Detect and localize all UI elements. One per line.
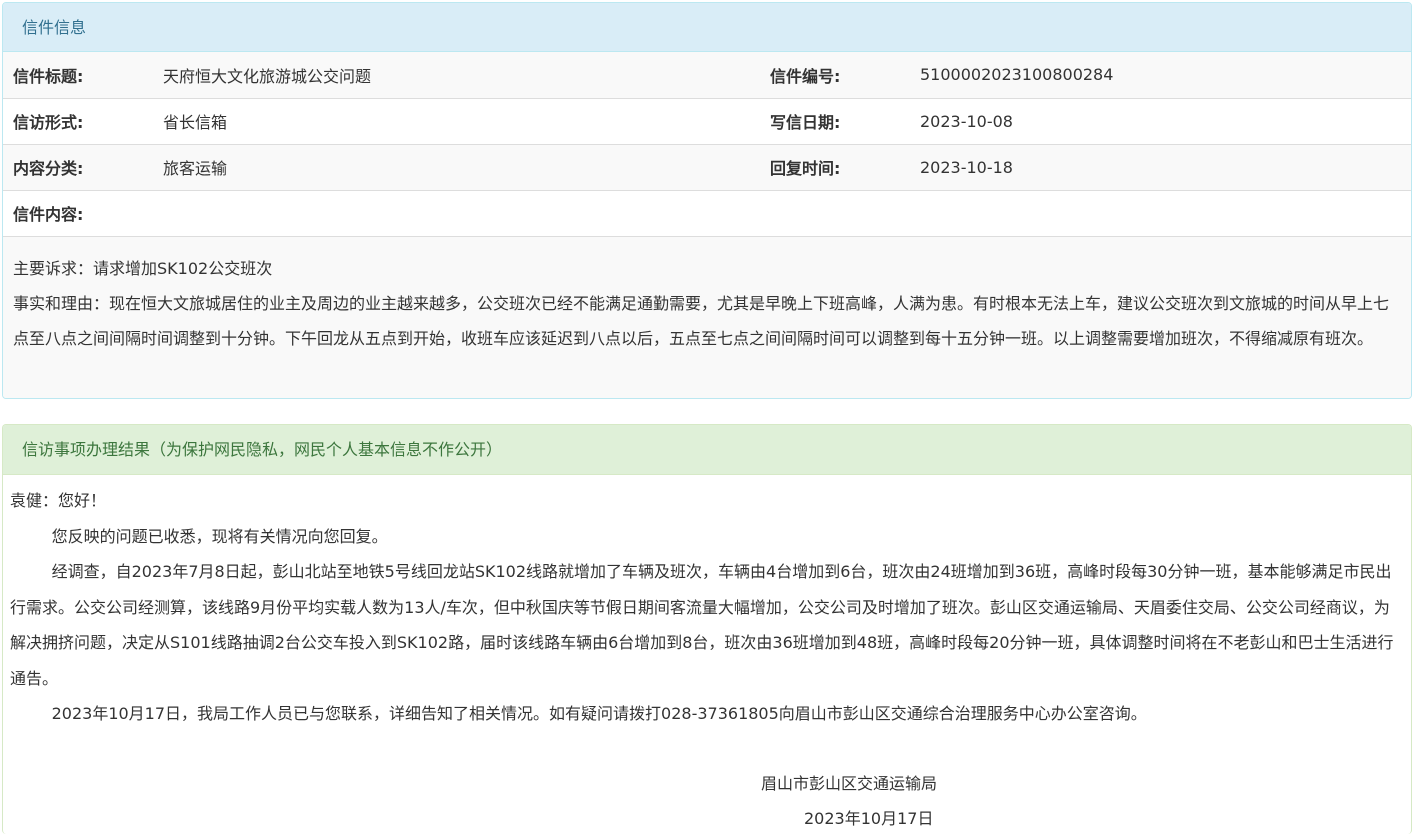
letter-info-table: 信件标题: 天府恒大文化旅游城公交问题 信件编号: 51000020231008… — [3, 52, 1411, 237]
letter-info-heading: 信件信息 — [3, 3, 1411, 52]
write-date-value: 2023-10-08 — [910, 98, 1411, 145]
facts-reasons-text: 事实和理由：现在恒大文旅城居住的业主及周边的业主越来越多，公交班次已经不能满足通… — [13, 293, 1390, 348]
reply-paragraph: 经调查，自2023年7月8日起，彭山北站至地铁5号线回龙站SK102线路就增加了… — [10, 562, 1394, 688]
reply-body: 袁健：您好！ 您反映的问题已收悉，现将有关情况向您回复。 经调查，自2023年7… — [3, 475, 1411, 834]
write-date-label: 写信日期: — [760, 98, 910, 145]
letter-content-body: 主要诉求：请求增加SK102公交班次 事实和理由：现在恒大文旅城居住的业主及周边… — [3, 236, 1411, 398]
table-row: 信访形式: 省长信箱 写信日期: 2023-10-08 — [3, 98, 1411, 145]
letter-info-panel: 信件信息 信件标题: 天府恒大文化旅游城公交问题 信件编号: 510000202… — [2, 2, 1412, 399]
reply-paragraph: 2023年10月17日，我局工作人员已与您联系，详细告知了相关情况。如有疑问请拨… — [51, 704, 1147, 723]
main-request-text: 主要诉求：请求增加SK102公交班次 — [13, 258, 273, 278]
letter-content-label: 信件内容: — [3, 190, 1411, 237]
table-row: 内容分类: 旅客运输 回复时间: 2023-10-18 — [3, 144, 1411, 191]
letter-number-value: 5100002023100800284 — [910, 52, 1411, 99]
reply-time-value: 2023-10-18 — [910, 144, 1411, 191]
content-category-label: 内容分类: — [3, 144, 153, 191]
reply-paragraph: 您反映的问题已收悉，现将有关情况向您回复。 — [51, 526, 388, 546]
petition-form-label: 信访形式: — [3, 98, 153, 145]
reply-time-label: 回复时间: — [760, 144, 910, 191]
petition-form-value: 省长信箱 — [153, 98, 760, 145]
result-panel: 信访事项办理结果（为保护网民隐私，网民个人基本信息不作公开） 袁健：您好！ 您反… — [2, 424, 1412, 834]
table-row: 信件内容: — [3, 190, 1411, 237]
letter-number-label: 信件编号: — [760, 52, 910, 99]
letter-title-value: 天府恒大文化旅游城公交问题 — [153, 52, 760, 99]
reply-greeting: 袁健：您好！ — [10, 491, 107, 510]
signature-date: 2023年10月17日 — [804, 809, 934, 828]
table-row: 信件标题: 天府恒大文化旅游城公交问题 信件编号: 51000020231008… — [3, 52, 1411, 99]
result-heading: 信访事项办理结果（为保护网民隐私，网民个人基本信息不作公开） — [3, 425, 1411, 475]
content-category-value: 旅客运输 — [153, 144, 760, 191]
signature-org: 眉山市彭山区交通运输局 — [761, 773, 938, 793]
letter-title-label: 信件标题: — [3, 52, 153, 99]
